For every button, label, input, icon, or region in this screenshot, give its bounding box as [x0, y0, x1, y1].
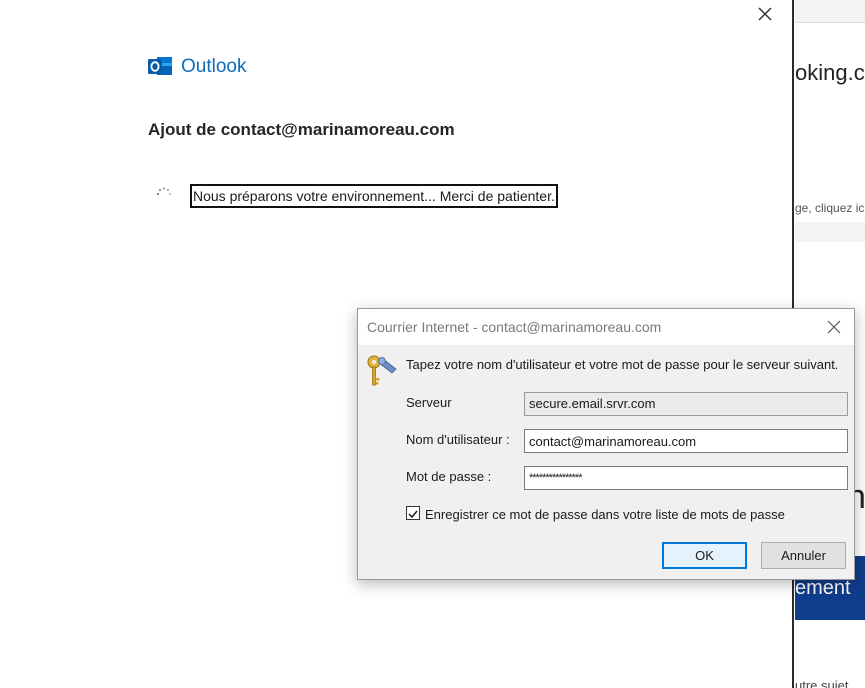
remember-password-label[interactable]: Enregistrer ce mot de passe dans votre l…: [425, 507, 785, 522]
dialog-title: Courrier Internet - contact@marinamoreau…: [367, 319, 662, 335]
close-icon[interactable]: [825, 318, 843, 336]
background-subtext: ge, cliquez ic: [795, 201, 865, 215]
remember-password-checkbox[interactable]: [406, 506, 420, 520]
background-toolbar: [795, 0, 865, 23]
outlook-logo-icon: [148, 55, 173, 78]
dialog-prompt: Tapez votre nom d'utilisateur et votre m…: [406, 357, 839, 372]
dialog-titlebar[interactable]: Courrier Internet - contact@marinamoreau…: [358, 309, 854, 345]
ok-button[interactable]: OK: [662, 542, 747, 569]
page-title: Ajout de contact@marinamoreau.com: [148, 120, 455, 139]
status-message: Nous préparons votre environnement... Me…: [190, 184, 558, 208]
cancel-button[interactable]: Annuler: [761, 542, 846, 569]
password-field[interactable]: ****************: [524, 466, 848, 490]
server-label: Serveur: [406, 395, 452, 410]
username-field[interactable]: [524, 429, 848, 453]
checkmark-icon: [408, 510, 418, 519]
background-panel: [795, 222, 865, 242]
loading-spinner-icon: [155, 186, 173, 202]
background-heading: oking.c: [795, 60, 865, 85]
background-footer-text: utre sujet: [795, 678, 849, 688]
server-field: secure.email.srvr.com: [524, 392, 848, 416]
credentials-dialog: Courrier Internet - contact@marinamoreau…: [357, 308, 855, 580]
background-banner-label: ement: [795, 577, 851, 599]
username-label: Nom d'utilisateur :: [406, 432, 510, 447]
close-icon[interactable]: [753, 2, 777, 26]
outlook-brand-label: Outlook: [181, 56, 247, 77]
password-label: Mot de passe :: [406, 469, 492, 484]
keys-icon: [365, 353, 399, 389]
